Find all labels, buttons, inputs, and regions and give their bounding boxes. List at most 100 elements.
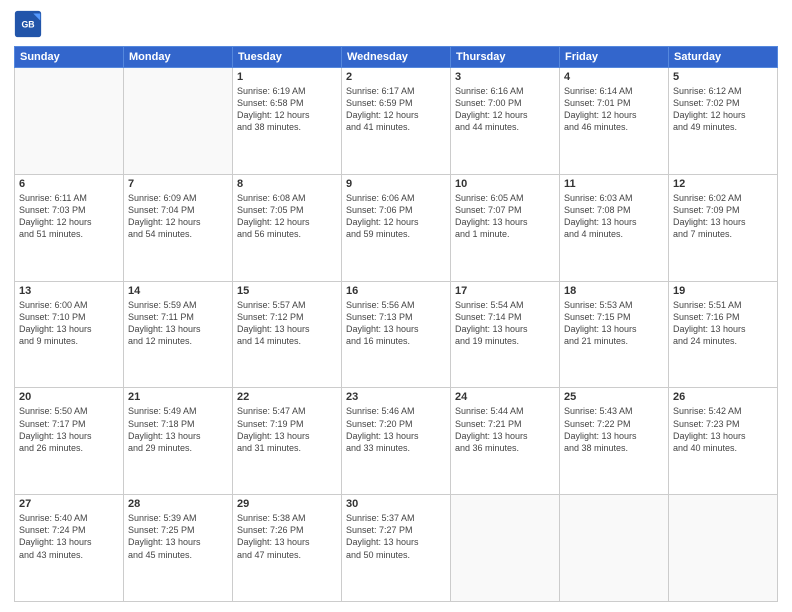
day-number: 19 [673,285,773,297]
calendar-cell: 12Sunrise: 6:02 AMSunset: 7:09 PMDayligh… [669,174,778,281]
calendar-cell [669,495,778,602]
calendar-cell: 9 Sunrise: 6:06 AMSunset: 7:06 PMDaylight… [342,174,451,281]
day-number: 9 [346,178,446,190]
cell-info: Sunrise: 6:03 AMSunset: 7:08 PMDaylight:… [564,192,664,241]
calendar-cell: 4 Sunrise: 6:14 AMSunset: 7:01 PMDaylight… [560,68,669,175]
calendar-cell: 8 Sunrise: 6:08 AMSunset: 7:05 PMDaylight… [233,174,342,281]
calendar-cell: 13Sunrise: 6:00 AMSunset: 7:10 PMDayligh… [15,281,124,388]
calendar-cell: 1 Sunrise: 6:19 AMSunset: 6:58 PMDaylight… [233,68,342,175]
day-number: 26 [673,391,773,403]
day-number: 8 [237,178,337,190]
cell-info: Sunrise: 5:46 AMSunset: 7:20 PMDaylight:… [346,405,446,454]
weekday-header-friday: Friday [560,47,669,68]
cell-info: Sunrise: 6:14 AMSunset: 7:01 PMDaylight:… [564,85,664,134]
calendar-cell: 27 Sunrise: 5:40 AMSunset: 7:24 PMDayligh… [15,495,124,602]
day-number: 22 [237,391,337,403]
calendar-cell: 22 Sunrise: 5:47 AMSunset: 7:19 PMDayligh… [233,388,342,495]
cell-info: Sunrise: 6:16 AMSunset: 7:00 PMDaylight:… [455,85,555,134]
logo: GB [14,10,46,38]
cell-info: Sunrise: 6:09 AMSunset: 7:04 PMDaylight:… [128,192,228,241]
day-number: 21 [128,391,228,403]
calendar-cell: 6Sunrise: 6:11 AMSunset: 7:03 PMDaylight… [15,174,124,281]
cell-info: Sunrise: 5:40 AMSunset: 7:24 PMDaylight:… [19,512,119,561]
cell-info: Sunrise: 5:59 AMSunset: 7:11 PMDaylight:… [128,299,228,348]
day-number: 2 [346,71,446,83]
day-number: 10 [455,178,555,190]
calendar-cell: 15 Sunrise: 5:57 AMSunset: 7:12 PMDayligh… [233,281,342,388]
calendar-cell [560,495,669,602]
calendar-cell: 16 Sunrise: 5:56 AMSunset: 7:13 PMDayligh… [342,281,451,388]
day-number: 29 [237,498,337,510]
calendar-cell [15,68,124,175]
calendar-cell: 23 Sunrise: 5:46 AMSunset: 7:20 PMDayligh… [342,388,451,495]
calendar-row-3: 20 Sunrise: 5:50 AMSunset: 7:17 PMDayligh… [15,388,778,495]
day-number: 23 [346,391,446,403]
calendar-cell: 19 Sunrise: 5:51 AMSunset: 7:16 PMDayligh… [669,281,778,388]
calendar-cell [451,495,560,602]
cell-info: Sunrise: 5:44 AMSunset: 7:21 PMDaylight:… [455,405,555,454]
day-number: 30 [346,498,446,510]
day-number: 6 [19,178,119,190]
day-number: 12 [673,178,773,190]
calendar-cell: 11 Sunrise: 6:03 AMSunset: 7:08 PMDayligh… [560,174,669,281]
calendar-cell: 30 Sunrise: 5:37 AMSunset: 7:27 PMDayligh… [342,495,451,602]
svg-text:GB: GB [21,20,34,30]
calendar-row-2: 13Sunrise: 6:00 AMSunset: 7:10 PMDayligh… [15,281,778,388]
cell-info: Sunrise: 5:47 AMSunset: 7:19 PMDaylight:… [237,405,337,454]
calendar-cell: 3 Sunrise: 6:16 AMSunset: 7:00 PMDaylight… [451,68,560,175]
cell-info: Sunrise: 6:05 AMSunset: 7:07 PMDaylight:… [455,192,555,241]
weekday-header-monday: Monday [124,47,233,68]
cell-info: Sunrise: 5:39 AMSunset: 7:25 PMDaylight:… [128,512,228,561]
calendar-row-1: 6Sunrise: 6:11 AMSunset: 7:03 PMDaylight… [15,174,778,281]
cell-info: Sunrise: 5:37 AMSunset: 7:27 PMDaylight:… [346,512,446,561]
cell-info: Sunrise: 6:06 AMSunset: 7:06 PMDaylight:… [346,192,446,241]
day-number: 7 [128,178,228,190]
day-number: 14 [128,285,228,297]
calendar-cell: 20 Sunrise: 5:50 AMSunset: 7:17 PMDayligh… [15,388,124,495]
cell-info: Sunrise: 6:00 AMSunset: 7:10 PMDaylight:… [19,299,119,348]
cell-info: Sunrise: 5:38 AMSunset: 7:26 PMDaylight:… [237,512,337,561]
general-blue-icon: GB [14,10,42,38]
cell-info: Sunrise: 5:54 AMSunset: 7:14 PMDaylight:… [455,299,555,348]
calendar-cell: 10 Sunrise: 6:05 AMSunset: 7:07 PMDayligh… [451,174,560,281]
calendar-cell: 28 Sunrise: 5:39 AMSunset: 7:25 PMDayligh… [124,495,233,602]
cell-info: Sunrise: 5:53 AMSunset: 7:15 PMDaylight:… [564,299,664,348]
day-number: 1 [237,71,337,83]
calendar-cell: 21 Sunrise: 5:49 AMSunset: 7:18 PMDayligh… [124,388,233,495]
cell-info: Sunrise: 5:49 AMSunset: 7:18 PMDaylight:… [128,405,228,454]
calendar-cell [124,68,233,175]
calendar-cell: 2 Sunrise: 6:17 AMSunset: 6:59 PMDaylight… [342,68,451,175]
calendar-cell: 7 Sunrise: 6:09 AMSunset: 7:04 PMDaylight… [124,174,233,281]
day-number: 28 [128,498,228,510]
day-number: 3 [455,71,555,83]
day-number: 11 [564,178,664,190]
day-number: 20 [19,391,119,403]
weekday-header-tuesday: Tuesday [233,47,342,68]
calendar-row-0: 1 Sunrise: 6:19 AMSunset: 6:58 PMDaylight… [15,68,778,175]
day-number: 25 [564,391,664,403]
calendar-cell: 14 Sunrise: 5:59 AMSunset: 7:11 PMDayligh… [124,281,233,388]
day-number: 5 [673,71,773,83]
cell-info: Sunrise: 6:17 AMSunset: 6:59 PMDaylight:… [346,85,446,134]
day-number: 15 [237,285,337,297]
weekday-header-saturday: Saturday [669,47,778,68]
day-number: 17 [455,285,555,297]
calendar-cell: 18Sunrise: 5:53 AMSunset: 7:15 PMDayligh… [560,281,669,388]
day-number: 27 [19,498,119,510]
day-number: 24 [455,391,555,403]
cell-info: Sunrise: 5:50 AMSunset: 7:17 PMDaylight:… [19,405,119,454]
cell-info: Sunrise: 5:42 AMSunset: 7:23 PMDaylight:… [673,405,773,454]
weekday-header-sunday: Sunday [15,47,124,68]
calendar-cell: 26 Sunrise: 5:42 AMSunset: 7:23 PMDayligh… [669,388,778,495]
day-number: 4 [564,71,664,83]
cell-info: Sunrise: 5:57 AMSunset: 7:12 PMDaylight:… [237,299,337,348]
cell-info: Sunrise: 5:56 AMSunset: 7:13 PMDaylight:… [346,299,446,348]
cell-info: Sunrise: 5:43 AMSunset: 7:22 PMDaylight:… [564,405,664,454]
calendar-cell: 25 Sunrise: 5:43 AMSunset: 7:22 PMDayligh… [560,388,669,495]
calendar-row-4: 27 Sunrise: 5:40 AMSunset: 7:24 PMDayligh… [15,495,778,602]
day-number: 16 [346,285,446,297]
cell-info: Sunrise: 5:51 AMSunset: 7:16 PMDaylight:… [673,299,773,348]
weekday-header-wednesday: Wednesday [342,47,451,68]
cell-info: Sunrise: 6:08 AMSunset: 7:05 PMDaylight:… [237,192,337,241]
cell-info: Sunrise: 6:19 AMSunset: 6:58 PMDaylight:… [237,85,337,134]
